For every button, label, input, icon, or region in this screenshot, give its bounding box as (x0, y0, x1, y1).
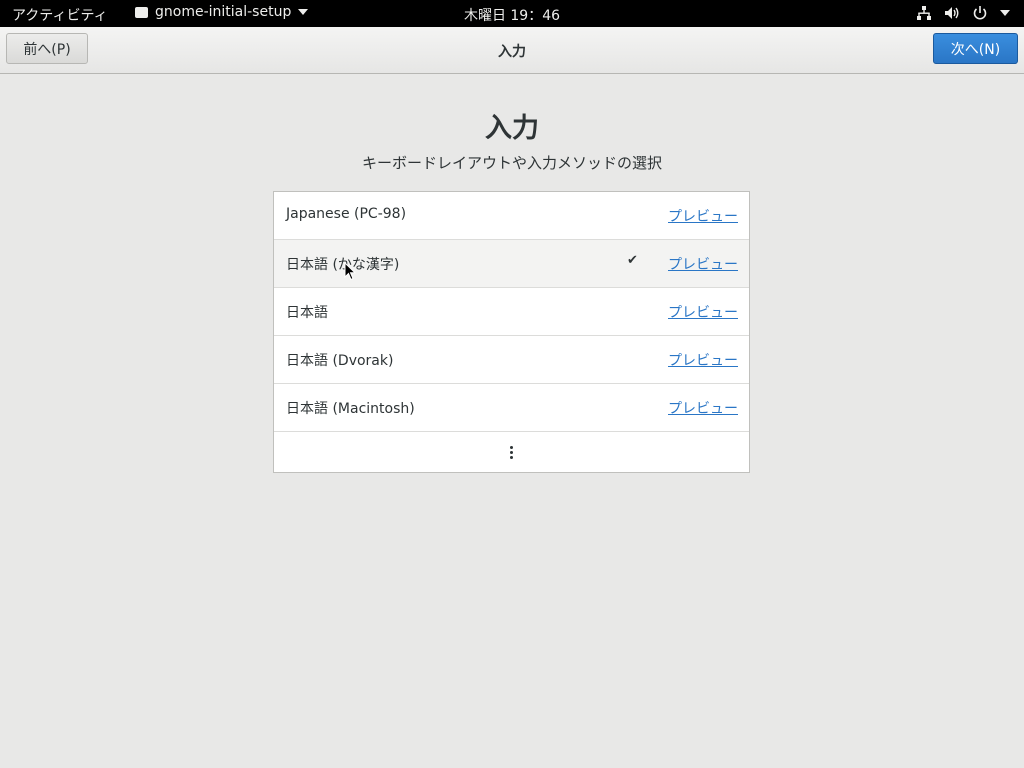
page-subtitle: キーボードレイアウトや入力メソッドの選択 (361, 154, 662, 172)
layout-name: 日本語 (かな漢字) (286, 257, 400, 273)
list-item[interactable]: 日本語 プレビュー (274, 288, 749, 336)
list-item[interactable]: 日本語 (Macintosh) プレビュー (274, 384, 749, 432)
app-icon (135, 6, 148, 18)
app-menu-label: gnome-initial-setup (155, 4, 292, 20)
layout-name: 日本語 (Dvorak) (286, 353, 394, 369)
preview-link[interactable]: プレビュー (668, 206, 738, 226)
checkmark-icon: ✔ (627, 253, 638, 268)
header-title: 入力 (498, 44, 526, 60)
page-title: 入力 (485, 113, 539, 144)
volume-icon (944, 5, 960, 21)
top-bar: アクティビティ gnome-initial-setup 木曜日 19：46 (0, 0, 1024, 27)
app-menu[interactable]: gnome-initial-setup (135, 4, 309, 20)
activities-button[interactable]: アクティビティ (12, 5, 108, 25)
preview-link[interactable]: プレビュー (668, 398, 738, 418)
previous-button[interactable]: 前へ(P) (6, 33, 88, 64)
preview-link[interactable]: プレビュー (668, 254, 738, 274)
chevron-down-icon (298, 9, 309, 15)
more-vertical-icon (510, 445, 513, 449)
clock[interactable]: 木曜日 19：46 (464, 8, 560, 24)
system-tray[interactable] (916, 5, 1010, 21)
network-wired-icon (916, 5, 932, 21)
layout-name: 日本語 (Macintosh) (286, 401, 415, 417)
preview-link[interactable]: プレビュー (668, 302, 738, 322)
layout-name: Japanese (PC-98) (286, 206, 407, 222)
next-button[interactable]: 次へ(N) (933, 33, 1018, 64)
more-vertical-icon (510, 450, 513, 454)
power-icon (972, 5, 988, 21)
more-options-button[interactable] (274, 432, 749, 472)
input-source-list: Japanese (PC-98) プレビュー 日本語 (かな漢字) ✔ プレビュ… (273, 191, 750, 473)
layout-name: 日本語 (286, 305, 328, 321)
header-bar: 前へ(P) 入力 次へ(N) (0, 27, 1024, 74)
list-item[interactable]: 日本語 (Dvorak) プレビュー (274, 336, 749, 384)
more-vertical-icon (510, 455, 513, 459)
preview-link[interactable]: プレビュー (668, 350, 738, 370)
list-item[interactable]: Japanese (PC-98) プレビュー (274, 192, 749, 240)
chevron-down-icon (1000, 10, 1010, 16)
mouse-pointer-icon (344, 262, 356, 281)
